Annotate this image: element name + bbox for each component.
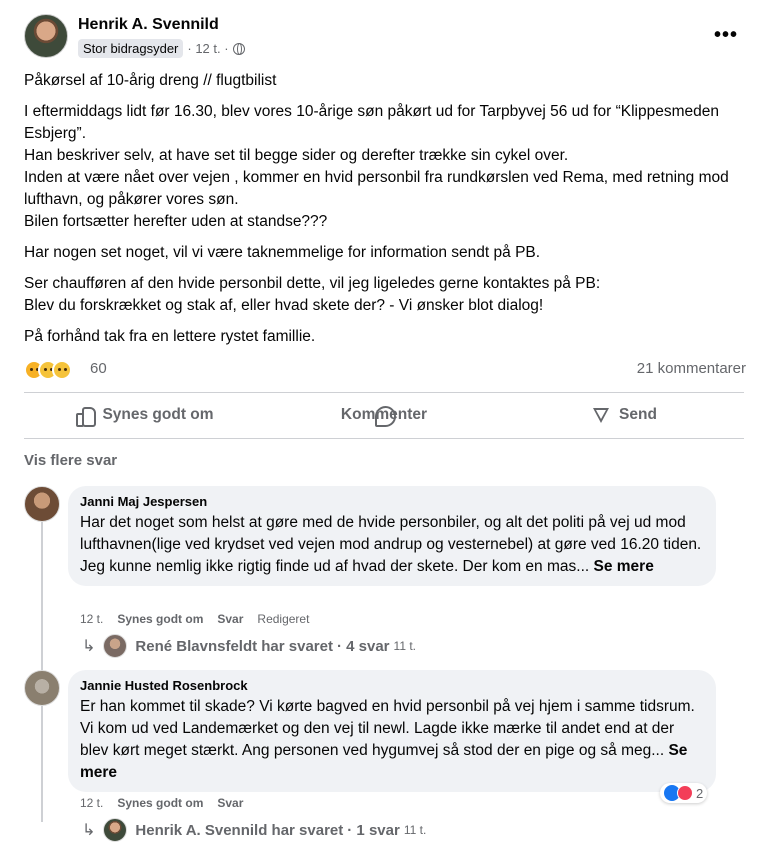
view-more-replies-link[interactable]: Vis flere svar — [24, 452, 117, 469]
comment-button[interactable]: Kommenter — [264, 392, 504, 438]
post-time[interactable]: · 12 t. · — [187, 41, 228, 56]
post-paragraph: Ser chaufføren af den hvide personbil de… — [24, 275, 601, 314]
replier-name: René Blavnsfeldt har svaret — [135, 637, 333, 655]
comment-reply-button[interactable]: Svar — [217, 612, 243, 626]
globe-icon — [232, 42, 245, 55]
divider — [24, 438, 744, 439]
reaction-icons[interactable] — [24, 360, 72, 380]
comment-like-button[interactable]: Synes godt om — [117, 612, 203, 626]
comment-bubble: Janni Maj Jespersen Har det noget som he… — [68, 486, 716, 586]
reaction-count[interactable]: 60 — [90, 360, 107, 377]
commenter-avatar[interactable] — [24, 486, 60, 522]
post-title: Påkørsel af 10-årig dreng // flugtbilist — [24, 72, 277, 89]
comment-count[interactable]: 21 kommentarer — [637, 360, 746, 377]
comment-text-content: Er han kommet til skade? Vi kørte bagved… — [80, 698, 695, 759]
author-avatar[interactable] — [24, 14, 68, 58]
post-paragraph: På forhånd tak fra en lettere rystet fam… — [24, 328, 316, 345]
comment-bubble: Jannie Husted Rosenbrock Er han kommet t… — [68, 670, 716, 792]
post-body: Påkørsel af 10-årig dreng // flugtbilist… — [24, 70, 754, 357]
comment-text: Er han kommet til skade? Vi kørte bagved… — [80, 696, 704, 784]
replier-avatar — [103, 634, 128, 658]
reply-arrow-icon: ↳ — [82, 822, 96, 839]
comment-author[interactable]: Janni Maj Jespersen — [80, 494, 704, 509]
replies-link[interactable]: ↳ René Blavnsfeldt har svaret · 4 svar 1… — [82, 634, 416, 658]
post-meta: Stor bidragsyder · 12 t. · — [78, 39, 245, 58]
comment-text: Har det noget som helst at gøre med de h… — [80, 512, 704, 578]
edited-label: Redigeret — [257, 612, 310, 626]
reply-count: · 1 svar — [347, 821, 400, 839]
send-label: Send — [619, 406, 657, 423]
replier-name: Henrik A. Svennild har svaret — [135, 821, 344, 839]
comment-time[interactable]: 12 t. — [80, 796, 103, 810]
comment-icon — [374, 405, 396, 427]
comment-author[interactable]: Jannie Husted Rosenbrock — [80, 678, 704, 693]
reply-count: · 4 svar — [336, 637, 390, 655]
send-button[interactable]: Send — [504, 392, 744, 438]
love-reaction-icon — [677, 785, 693, 801]
reply-time: 11 t. — [403, 823, 427, 837]
replies-link[interactable]: ↳ Henrik A. Svennild har svaret · 1 svar… — [82, 818, 426, 842]
comment-meta: 12 t. Synes godt om Svar Redigeret — [80, 612, 309, 626]
reply-time: 11 t. — [393, 639, 416, 653]
comment: Jannie Husted Rosenbrock Er han kommet t… — [24, 670, 724, 800]
commenter-avatar[interactable] — [24, 670, 60, 706]
post-paragraph: Har nogen set noget, vil vi være taknemm… — [24, 244, 541, 261]
like-button[interactable]: Synes godt om — [24, 392, 264, 438]
post-paragraph: I eftermiddags lidt før 16.30, blev vore… — [24, 103, 729, 230]
send-icon — [591, 405, 611, 425]
comment-reply-button[interactable]: Svar — [217, 796, 243, 810]
contributor-badge: Stor bidragsyder — [78, 39, 184, 58]
reactions-summary: 60 21 kommentarer — [24, 358, 746, 382]
post-actions: Synes godt om Kommenter Send — [24, 392, 744, 438]
post-author[interactable]: Henrik A. Svennild — [78, 16, 219, 34]
comment: Janni Maj Jespersen Har det noget som he… — [24, 486, 724, 626]
comment-reactions[interactable]: 2 — [660, 783, 708, 803]
thumbs-up-icon — [74, 405, 97, 427]
wow-reaction-icon — [52, 360, 72, 380]
replier-avatar — [103, 818, 128, 842]
like-label: Synes godt om — [102, 406, 214, 423]
see-more-link[interactable]: Se mere — [594, 558, 654, 575]
comment-time[interactable]: 12 t. — [80, 612, 103, 626]
comment-reaction-count: 2 — [696, 785, 704, 801]
more-options-icon[interactable]: ••• — [714, 24, 738, 47]
comment-like-button[interactable]: Synes godt om — [117, 796, 203, 810]
comment-meta: 12 t. Synes godt om Svar — [80, 796, 243, 810]
reply-arrow-icon: ↳ — [82, 638, 96, 655]
post-header: Henrik A. Svennild Stor bidragsyder · 12… — [24, 14, 744, 60]
